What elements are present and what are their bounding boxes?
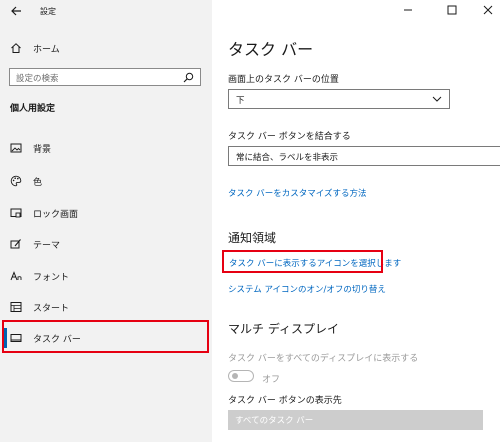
sidebar-item-background[interactable]: 背景	[0, 137, 212, 159]
sidebar-item-label: テーマ	[33, 241, 61, 251]
search-placeholder: 設定の検索	[16, 74, 59, 84]
buttons-display-value: すべてのタスク バー	[235, 416, 314, 426]
notification-area-heading: 通知領域	[228, 231, 277, 245]
lock-screen-icon	[10, 208, 22, 218]
back-arrow-icon[interactable]	[10, 5, 22, 17]
sidebar-item-label: 背景	[33, 145, 52, 155]
combine-buttons-value: 常に結合、ラベルを非表示	[236, 153, 339, 163]
combine-label: タスク バー ボタンを結合する	[228, 132, 351, 142]
highlight-frame-select-icons	[222, 250, 383, 273]
window-title: 設定	[40, 7, 56, 16]
search-input[interactable]: 設定の検索	[9, 68, 201, 86]
combine-buttons-dropdown[interactable]: 常に結合、ラベルを非表示	[228, 146, 500, 166]
theme-icon	[10, 239, 21, 249]
position-label: 画面上のタスク バーの位置	[228, 75, 339, 85]
sidebar-item-label: フォント	[33, 273, 70, 283]
sidebar-item-home[interactable]: ホーム	[0, 37, 212, 59]
sidebar-item-font[interactable]: フォント	[0, 265, 212, 287]
home-icon	[11, 43, 21, 53]
taskbar-position-value: 下	[236, 96, 245, 106]
sidebar-item-label: 色	[33, 178, 43, 188]
sidebar-item-start[interactable]: スタート	[0, 296, 212, 318]
sidebar: 設定 ホーム 設定の検索 個人用設定 背景 色 ロック画面 テーマ フォント ス…	[0, 0, 212, 442]
buttons-display-label: タスク バー ボタンの表示先	[228, 396, 342, 406]
image-icon	[10, 143, 22, 153]
sidebar-home-label: ホーム	[33, 45, 60, 55]
show-all-displays-toggle[interactable]	[228, 370, 254, 382]
minimize-icon[interactable]	[402, 4, 414, 16]
customize-taskbar-link[interactable]: タスク バーをカスタマイズする方法	[228, 187, 366, 199]
sidebar-item-lock-screen[interactable]: ロック画面	[0, 202, 212, 224]
page-title: タスク バー	[228, 40, 314, 59]
buttons-display-dropdown[interactable]: すべてのタスク バー	[228, 410, 483, 430]
sidebar-item-label: ロック画面	[33, 210, 79, 220]
taskbar-position-dropdown[interactable]: 下	[228, 89, 450, 109]
search-icon	[183, 72, 194, 83]
toggle-knob	[232, 373, 238, 379]
close-icon[interactable]	[482, 4, 494, 16]
toggle-state-label: オフ	[262, 375, 281, 385]
start-icon	[10, 302, 22, 312]
sidebar-item-theme[interactable]: テーマ	[0, 233, 212, 255]
show-all-displays-label: タスク バーをすべてのディスプレイに表示する	[228, 354, 419, 364]
main-pane	[212, 0, 500, 442]
highlight-frame-taskbar	[2, 320, 209, 353]
sidebar-item-color[interactable]: 色	[0, 170, 212, 192]
multi-display-heading: マルチ ディスプレイ	[228, 322, 339, 336]
system-icons-link[interactable]: システム アイコンのオン/オフの切り替え	[228, 283, 386, 295]
font-icon	[10, 271, 22, 281]
chevron-down-icon	[432, 96, 442, 102]
maximize-icon[interactable]	[446, 4, 458, 16]
palette-icon	[10, 175, 22, 187]
sidebar-item-label: スタート	[33, 304, 70, 314]
sidebar-section-title: 個人用設定	[10, 104, 56, 114]
